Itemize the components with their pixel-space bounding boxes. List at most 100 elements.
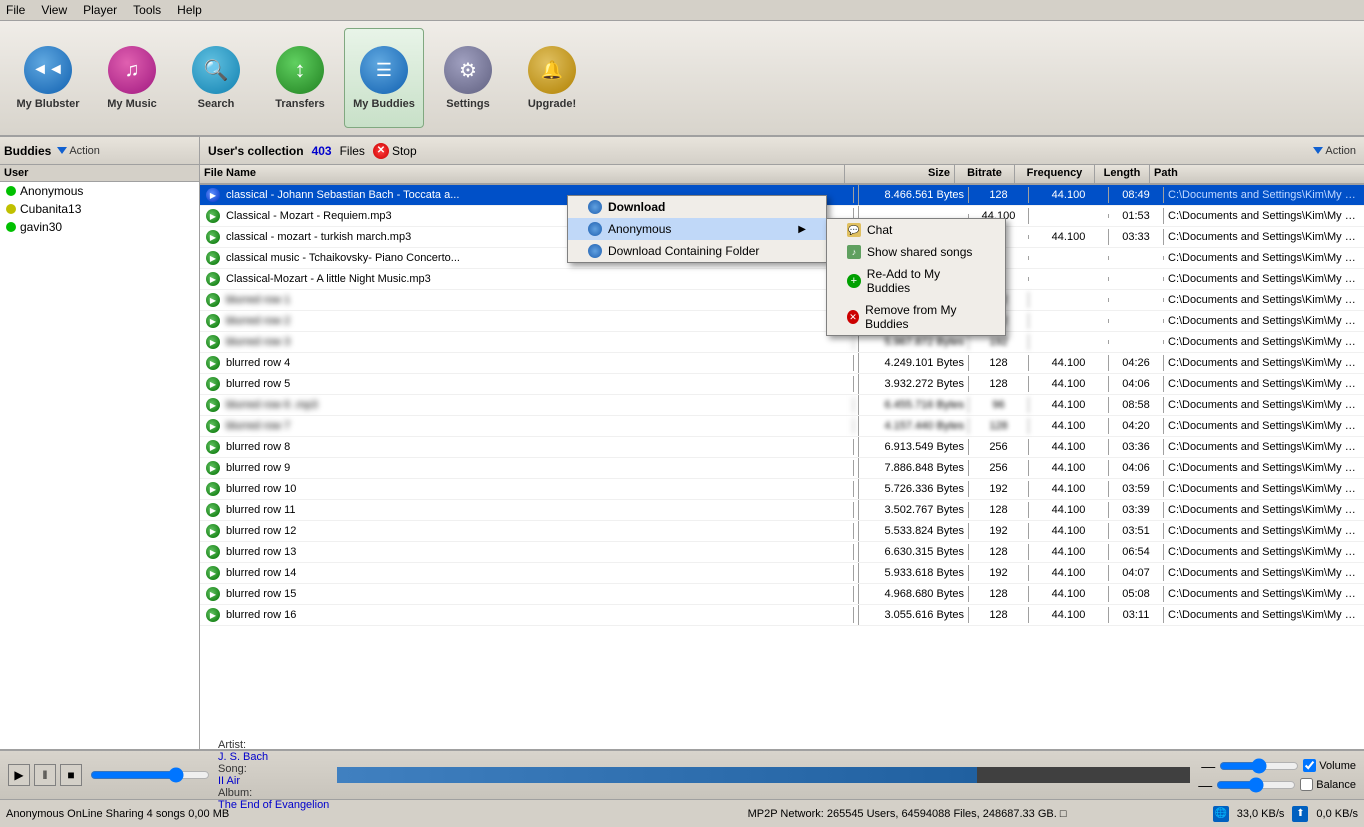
filename-cell: ▶blurred row 14 — [200, 563, 859, 583]
menu-tools[interactable]: Tools — [133, 3, 161, 17]
file-length: 06:54 — [1109, 544, 1164, 560]
table-row[interactable]: ▶blurred row 53.932.272 Bytes12844.10004… — [200, 374, 1364, 395]
file-bitrate: 192 — [969, 481, 1029, 497]
readd-menu-item[interactable]: + Re-Add to My Buddies — [827, 263, 1005, 299]
file-path: C:\Documents and Settings\Kim\My Documen… — [1164, 229, 1364, 245]
volume-checkbox[interactable] — [1303, 759, 1316, 772]
remove-menu-item[interactable]: ✕ Remove from My Buddies — [827, 299, 1005, 335]
table-row[interactable]: ▶blurred row 24.800.483 Bytes192C:\Docum… — [200, 311, 1364, 332]
file-play-icon: ▶ — [206, 524, 220, 538]
file-bitrate: 128 — [969, 607, 1029, 623]
table-row[interactable]: ▶blurred row 15.158.746 Bytes192C:\Docum… — [200, 290, 1364, 311]
myblubster-button[interactable]: My Blubster — [8, 28, 88, 128]
file-name: blurred row 7 — [222, 418, 854, 434]
menu-file[interactable]: File — [6, 3, 25, 17]
table-row[interactable]: ▶blurred row 86.913.549 Bytes25644.10003… — [200, 437, 1364, 458]
file-size: 4.157.440 Bytes — [859, 418, 969, 434]
list-item[interactable]: gavin30 — [0, 218, 199, 236]
file-bitrate: 128 — [969, 355, 1029, 371]
volume-slider[interactable] — [1219, 758, 1299, 774]
file-path: C:\Documents and Settings\Kim\My Documen… — [1164, 586, 1364, 602]
file-frequency: 44.100 — [1029, 565, 1109, 581]
mymusic-button[interactable]: My Music — [92, 28, 172, 128]
file-bitrate: 128 — [969, 418, 1029, 434]
table-row[interactable]: ▶blurred row 105.726.336 Bytes19244.1000… — [200, 479, 1364, 500]
file-play-icon: ▶ — [206, 335, 220, 349]
balance-slider[interactable] — [1216, 777, 1296, 793]
search-button[interactable]: Search — [176, 28, 256, 128]
stop-button[interactable]: ✕ Stop — [373, 143, 417, 159]
file-frequency: 44.100 — [1029, 586, 1109, 602]
table-row[interactable]: ▶blurred row 136.630.315 Bytes12844.1000… — [200, 542, 1364, 563]
pause-button[interactable]: ‖ — [34, 764, 56, 786]
chat-menu-item[interactable]: 💬 Chat — [827, 219, 1005, 241]
settings-button[interactable]: Settings — [428, 28, 508, 128]
file-bitrate: 192 — [969, 565, 1029, 581]
volume-checkbox-label: Volume — [1303, 759, 1356, 772]
upgrade-button[interactable]: Upgrade! — [512, 28, 592, 128]
file-size: 6.630.315 Bytes — [859, 544, 969, 560]
progress-track[interactable] — [337, 767, 1190, 783]
table-row[interactable]: ▶blurred row 113.502.767 Bytes12844.1000… — [200, 500, 1364, 521]
table-row[interactable]: ▶blurred row 145.933.618 Bytes19244.1000… — [200, 563, 1364, 584]
table-row[interactable]: ▶blurred row 125.533.824 Bytes19244.1000… — [200, 521, 1364, 542]
table-row[interactable]: ▶blurred row 6 .mp36.455.716 Bytes9644.1… — [200, 395, 1364, 416]
collection-action-button[interactable]: Action — [1313, 145, 1356, 157]
balance-checkbox[interactable] — [1300, 778, 1313, 791]
file-bitrate: 192 — [969, 334, 1029, 350]
status-left: Anonymous OnLine Sharing 4 songs 0,00 MB — [6, 808, 601, 820]
folder-globe-icon — [588, 244, 602, 258]
file-length: 04:07 — [1109, 565, 1164, 581]
table-row[interactable]: ▶blurred row 97.886.848 Bytes25644.10004… — [200, 458, 1364, 479]
table-row[interactable]: ▶blurred row 163.055.616 Bytes12844.1000… — [200, 605, 1364, 626]
menu-view[interactable]: View — [41, 3, 67, 17]
anonymous-menu-item[interactable]: Anonymous 💬 Chat ♪ Show shared songs + R… — [568, 218, 826, 240]
file-name: blurred row 12 — [222, 523, 854, 539]
file-bitrate: 128 — [969, 376, 1029, 392]
play-button[interactable]: ▶ — [8, 764, 30, 786]
file-frequency: 44.100 — [1029, 229, 1109, 245]
download-menu-item[interactable]: Download — [568, 196, 826, 218]
menu-player[interactable]: Player — [83, 3, 117, 17]
table-row[interactable]: ▶blurred row 74.157.440 Bytes12844.10004… — [200, 416, 1364, 437]
file-play-icon: ▶ — [206, 587, 220, 601]
table-row[interactable]: ▶Classical-Mozart - A little Night Music… — [200, 269, 1364, 290]
buddies-action-button[interactable]: Action — [57, 145, 100, 157]
file-name: blurred row 6 .mp3 — [222, 397, 854, 413]
seek-slider[interactable] — [90, 767, 210, 783]
table-row[interactable]: ▶blurred row 44.249.101 Bytes12844.10004… — [200, 353, 1364, 374]
list-item[interactable]: Anonymous — [0, 182, 199, 200]
file-length: 03:33 — [1109, 229, 1164, 245]
file-play-icon: ▶ — [206, 461, 220, 475]
buddies-action-label: Action — [69, 145, 100, 157]
stop-button[interactable]: ■ — [60, 764, 82, 786]
buddy-name: gavin30 — [20, 220, 62, 234]
mybuddies-button[interactable]: My Buddies — [344, 28, 424, 128]
file-length: 04:06 — [1109, 376, 1164, 392]
mymusic-icon — [108, 46, 156, 94]
table-row[interactable]: ▶blurred row 35.967.872 Bytes192C:\Docum… — [200, 332, 1364, 353]
stop-icon: ✕ — [373, 143, 389, 159]
table-row[interactable]: ▶blurred row 154.968.680 Bytes12844.1000… — [200, 584, 1364, 605]
file-length: 01:53 — [1109, 208, 1164, 224]
transfers-label: Transfers — [275, 98, 325, 110]
transfers-button[interactable]: Transfers — [260, 28, 340, 128]
file-path: C:\Documents and Settings\Kim\My Documen… — [1164, 292, 1364, 308]
file-path: C:\Documents and Settings\Kim\My Documen… — [1164, 565, 1364, 581]
menu-help[interactable]: Help — [177, 3, 202, 17]
download-folder-menu-item[interactable]: Download Containing Folder — [568, 240, 826, 262]
file-bitrate: 128 — [969, 187, 1029, 203]
file-name: blurred row 16 — [222, 607, 854, 623]
status-right: 🌐 33,0 KB/s ⬆ 0,0 KB/s — [1213, 806, 1358, 822]
file-name: blurred row 15 — [222, 586, 854, 602]
show-shared-menu-item[interactable]: ♪ Show shared songs — [827, 241, 1005, 263]
song-label: Song: II Air — [218, 763, 329, 787]
filename-cell: ▶blurred row 9 — [200, 458, 859, 478]
file-path: C:\Documents and Settings\Kim\My Documen… — [1164, 376, 1364, 392]
buddies-bar-title: Buddies — [4, 144, 51, 158]
file-path: C:\Documents and Settings\Kim\My Documen… — [1164, 460, 1364, 476]
file-length: 03:36 — [1109, 439, 1164, 455]
list-item[interactable]: Cubanita13 — [0, 200, 199, 218]
buddy-name: Cubanita13 — [20, 202, 81, 216]
settings-label: Settings — [446, 98, 489, 110]
